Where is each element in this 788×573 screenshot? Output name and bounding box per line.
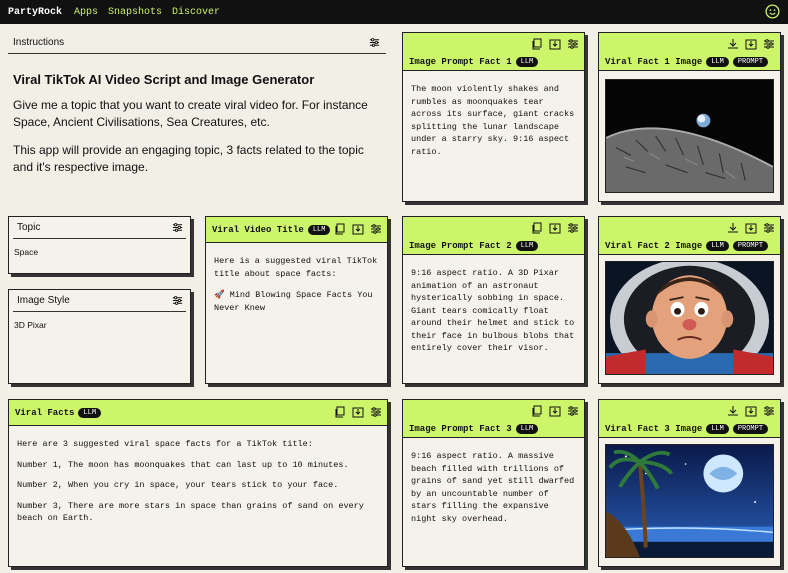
settings-sliders-icon[interactable] [567,38,579,50]
image-style-panel[interactable]: Image Style 3D Pixar [8,289,191,384]
moon-image [605,79,774,193]
viral-facts-intro: Here are 3 suggested viral space facts f… [17,439,313,449]
viral-fact-3: Number 3, There are more stars in space … [17,500,364,524]
llm-badge: LLM [706,424,729,434]
image-prompt-fact-2-label: Image Prompt Fact 2 [409,241,512,251]
image-prompt-fact-3-text: 9:16 aspect ratio. A massive beach fille… [411,451,575,524]
viral-fact-2: Number 2, When you cry in space, your te… [17,480,339,490]
prompt-badge: PROMPT [732,241,769,251]
llm-badge: LLM [706,57,729,67]
settings-sliders-icon[interactable] [763,38,775,50]
settings-sliders-icon[interactable] [567,222,579,234]
llm-badge: LLM [307,224,331,235]
copy-icon[interactable] [531,405,543,417]
viral-fact-1-image-label: Viral Fact 1 Image [605,57,703,67]
topic-value[interactable]: Space [9,239,190,265]
llm-badge: LLM [706,241,729,251]
instructions-paragraph-2: This app will provide an engaging topic,… [13,143,364,174]
viral-fact-3-image-panel: Viral Fact 3 Image LLM PROMPT [598,399,781,567]
save-image-icon[interactable] [352,223,364,235]
app-title: Viral TikTok AI Video Script and Image G… [13,72,315,87]
viral-fact-3-image-label: Viral Fact 3 Image [605,424,703,434]
nav-apps[interactable]: Apps [74,7,98,18]
nav-discover[interactable]: Discover [172,7,220,18]
image-style-value[interactable]: 3D Pixar [9,312,190,338]
astronaut-image [605,261,774,375]
top-bar: PartyRock Apps Snapshots Discover [0,0,788,24]
brand-logo[interactable]: PartyRock [8,7,62,18]
download-icon[interactable] [727,38,739,50]
nav-snapshots[interactable]: Snapshots [108,7,162,18]
image-prompt-fact-3-panel: Image Prompt Fact 3 LLM 9:16 aspect rati… [402,399,585,567]
llm-badge: LLM [515,424,539,434]
image-style-label: Image Style [17,295,70,306]
instructions-panel: Instructions Viral TikTok AI Video Scrip… [8,32,386,202]
save-image-icon[interactable] [745,38,757,50]
viral-fact-2-image-panel: Viral Fact 2 Image LLM PROMPT [598,216,781,384]
topic-label: Topic [17,222,41,233]
viral-video-title-intro: Here is a suggested viral TikTok title a… [214,256,378,279]
llm-badge: LLM [78,407,102,418]
settings-sliders-icon[interactable] [370,223,382,235]
instructions-paragraph-1: Give me a topic that you want to create … [13,98,368,129]
save-image-icon[interactable] [549,38,561,50]
download-icon[interactable] [727,405,739,417]
settings-sliders-icon[interactable] [369,37,380,48]
viral-video-title-label: Viral Video Title [212,224,304,235]
image-prompt-fact-1-label: Image Prompt Fact 1 [409,57,512,67]
settings-sliders-icon[interactable] [763,222,775,234]
prompt-badge: PROMPT [732,57,769,67]
smiley-icon[interactable] [765,4,780,19]
save-image-icon[interactable] [745,405,757,417]
image-prompt-fact-1-panel: Image Prompt Fact 1 LLM The moon violent… [402,32,585,202]
viral-video-title-output: 🚀 Mind Blowing Space Facts You Never Kne… [214,290,373,313]
save-image-icon[interactable] [549,405,561,417]
settings-sliders-icon[interactable] [370,406,382,418]
viral-video-title-panel: Viral Video Title LLM Here is a suggeste… [205,216,388,384]
settings-sliders-icon[interactable] [172,295,183,306]
image-prompt-fact-1-text: The moon violently shakes and rumbles as… [411,84,575,157]
viral-fact-1-image-panel: Viral Fact 1 Image LLM PROMPT [598,32,781,202]
instructions-label: Instructions [13,37,65,48]
settings-sliders-icon[interactable] [567,405,579,417]
copy-icon[interactable] [531,222,543,234]
viral-fact-1: Number 1, The moon has moonquakes that c… [17,459,349,470]
beach-night-image [605,444,774,558]
viral-facts-panel: Viral Facts LLM Here are 3 suggested vir… [8,399,388,567]
save-image-icon[interactable] [745,222,757,234]
prompt-badge: PROMPT [732,424,769,434]
viral-fact-2-image-label: Viral Fact 2 Image [605,241,703,251]
image-prompt-fact-2-panel: Image Prompt Fact 2 LLM 9:16 aspect rati… [402,216,585,384]
save-image-icon[interactable] [352,406,364,418]
copy-icon[interactable] [531,38,543,50]
llm-badge: LLM [515,57,539,67]
download-icon[interactable] [727,222,739,234]
settings-sliders-icon[interactable] [172,222,183,233]
copy-icon[interactable] [334,406,346,418]
llm-badge: LLM [515,241,539,251]
copy-icon[interactable] [334,223,346,235]
image-prompt-fact-2-text: 9:16 aspect ratio. A 3D Pixar animation … [411,268,575,353]
topic-panel[interactable]: Topic Space [8,216,191,274]
viral-facts-label: Viral Facts [15,407,75,418]
settings-sliders-icon[interactable] [763,405,775,417]
image-prompt-fact-3-label: Image Prompt Fact 3 [409,424,512,434]
save-image-icon[interactable] [549,222,561,234]
